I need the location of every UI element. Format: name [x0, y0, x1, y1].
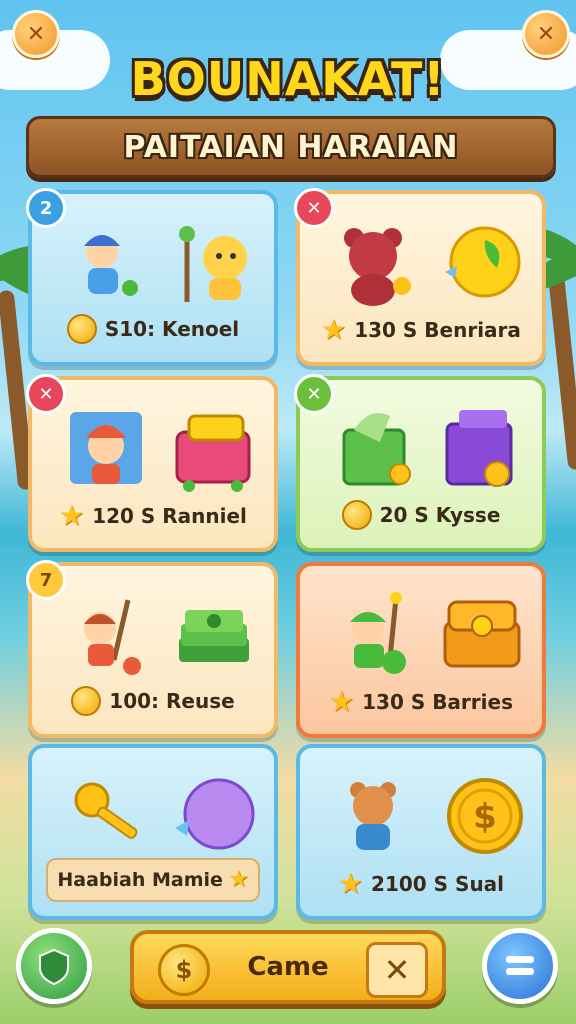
game-screen: ✕ ✕ BOUNAKAT! PAITAIAN HARAIAN 2 S10: Ke… — [0, 0, 576, 1024]
reward-card[interactable]: ★ 130 S Barries — [296, 562, 546, 738]
collect-button[interactable]: $ Came ✕ — [130, 930, 446, 1004]
reward-label: S10: Kenoel — [104, 317, 240, 341]
reward-card[interactable]: 2 S10: Kenoel — [26, 188, 278, 366]
boy-character-icon — [70, 412, 142, 484]
toy-chest-icon — [175, 414, 251, 492]
reward-card[interactable]: $ ★ 2100 S Sual — [296, 744, 546, 920]
reward-row: 20 S Kysse — [300, 500, 542, 530]
card-number-badge: 7 — [26, 560, 66, 600]
key-icon — [74, 782, 138, 839]
close-right-button[interactable]: ✕ — [522, 10, 570, 58]
reward-card[interactable]: ✕ ★ 130 S Benriara — [294, 188, 546, 366]
close-badge[interactable]: ✕ — [26, 374, 66, 414]
close-button[interactable]: ✕ — [366, 942, 428, 998]
reward-name-bar: Haabiah Mamie ★ — [46, 858, 260, 902]
crystal-ball-icon — [175, 778, 255, 850]
reward-row: S10: Kenoel — [32, 314, 274, 344]
reward-label: 2100 S Sual — [371, 872, 505, 896]
reward-label: Haabiah Mamie — [57, 869, 223, 891]
reward-label: 120 S Ranniel — [92, 504, 247, 528]
cat-character-icon — [179, 226, 247, 302]
star-icon: ★ — [337, 867, 364, 900]
reward-row: 100: Reuse — [32, 686, 274, 716]
bear-character-icon — [350, 782, 396, 850]
reward-card[interactable]: ✕ ★ 120 S Ranniel — [26, 374, 278, 552]
teddy-bear-icon — [344, 228, 411, 306]
shield-icon — [39, 948, 69, 986]
svg-text:$: $ — [473, 797, 497, 837]
reward-row: ★ 130 S Benriara — [300, 316, 542, 344]
fruit-icon — [445, 226, 521, 298]
close-badge[interactable]: ✕ — [294, 374, 334, 414]
reward-label: 100: Reuse — [109, 689, 235, 713]
reward-card[interactable]: Haabiah Mamie ★ — [28, 744, 278, 920]
close-icon: ✕ — [536, 21, 556, 47]
reward-row: ★ 2100 S Sual — [300, 870, 542, 898]
reward-card[interactable]: ✕ 20 S Kysse — [294, 374, 546, 552]
reward-label: 20 S Kysse — [379, 503, 501, 527]
star-icon: ★ — [329, 685, 355, 718]
coin-icon — [66, 314, 97, 344]
shield-button[interactable] — [16, 928, 92, 1004]
star-icon: ★ — [321, 313, 347, 346]
close-badge[interactable]: ✕ — [294, 188, 334, 228]
mystery-box-icon — [445, 410, 513, 487]
reward-row: ★ 130 S Barries — [300, 688, 542, 716]
banner-text: PAITAIAN HARAIAN — [123, 129, 459, 165]
coin-icon — [71, 686, 102, 716]
reward-label: 130 S Barries — [362, 690, 513, 714]
dollar-coin-icon: $ — [447, 778, 523, 854]
star-icon: ★ — [59, 499, 85, 532]
kid-character-icon — [84, 235, 138, 296]
gift-box-icon — [342, 413, 411, 486]
close-left-button[interactable]: ✕ — [12, 10, 60, 58]
wooden-banner: PAITAIAN HARAIAN — [26, 116, 556, 178]
girl-character-icon — [84, 599, 141, 675]
menu-icon — [506, 956, 534, 975]
reward-card[interactable]: 7 100: Reuse — [26, 560, 278, 738]
reward-label: 130 S Benriara — [354, 318, 521, 342]
card-number-badge: 2 — [26, 188, 66, 228]
close-icon: ✕ — [26, 21, 46, 47]
treasure-chest-icon — [443, 600, 521, 668]
explorer-character-icon — [350, 592, 406, 674]
game-title: BOUNAKAT! — [130, 52, 446, 106]
reward-row: ★ 120 S Ranniel — [32, 502, 274, 530]
star-icon: ★ — [228, 867, 249, 892]
cash-stack-icon — [179, 610, 249, 662]
close-icon: ✕ — [383, 951, 411, 989]
menu-button[interactable] — [482, 928, 558, 1004]
gold-bar-icon — [341, 500, 372, 530]
